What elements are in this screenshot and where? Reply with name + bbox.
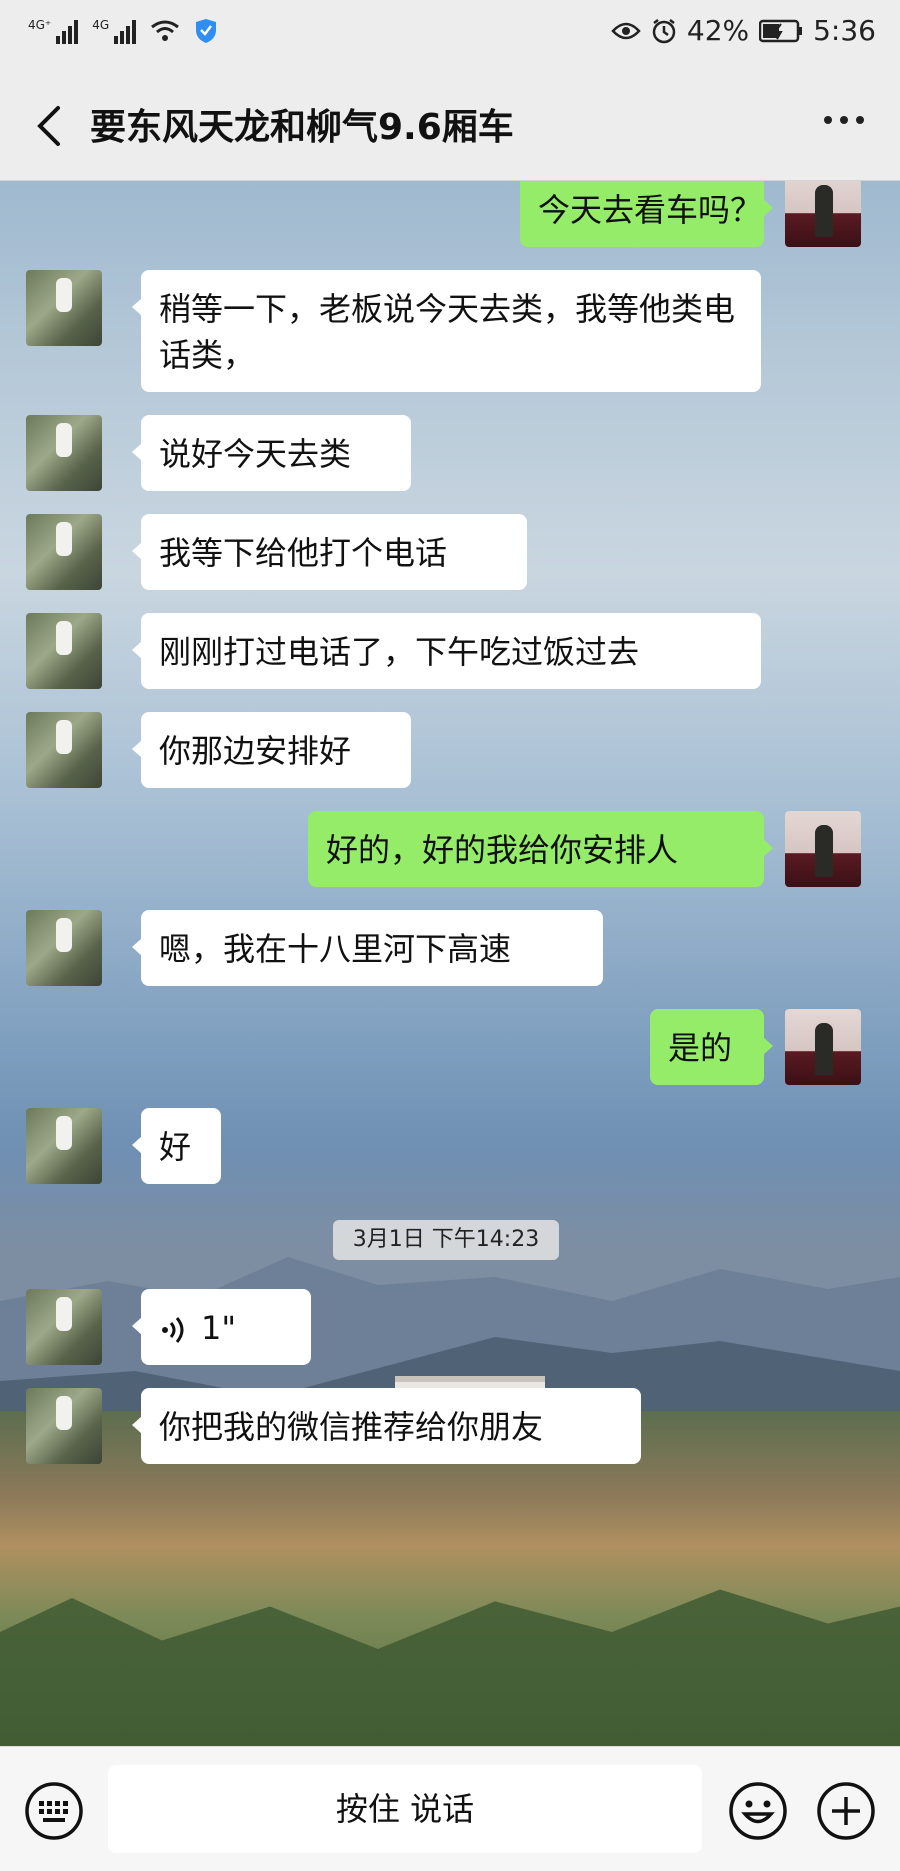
- message-bubble-self[interactable]: 好的，好的我给你安排人: [308, 811, 773, 887]
- eye-icon: [611, 22, 641, 39]
- message-bubble-self[interactable]: 是的: [650, 1009, 773, 1085]
- avatar-self[interactable]: [785, 1009, 861, 1085]
- message-bubble-contact[interactable]: 嗯，我在十八里河下高速: [132, 910, 603, 986]
- avatar-contact[interactable]: [26, 1388, 102, 1464]
- network-type-label: 4G⁺: [28, 18, 52, 32]
- voice-wave-icon: [162, 1317, 184, 1343]
- hold-to-talk-button[interactable]: 按住 说话: [108, 1765, 702, 1853]
- avatar-self[interactable]: [785, 181, 861, 247]
- avatar-contact[interactable]: [26, 415, 102, 491]
- avatar-contact[interactable]: [26, 613, 102, 689]
- message-bubble-contact[interactable]: 你把我的微信推荐给你朋友: [132, 1388, 641, 1464]
- emoji-icon[interactable]: [728, 1781, 788, 1841]
- avatar-contact[interactable]: [26, 514, 102, 590]
- chat-header: 要东风天龙和柳气9.6厢车: [0, 72, 900, 181]
- avatar-contact[interactable]: [26, 712, 102, 788]
- network-type-label-2: 4G: [92, 18, 110, 32]
- chevron-left-icon[interactable]: [30, 104, 70, 148]
- battery-icon: [759, 19, 803, 42]
- message-bubble-contact[interactable]: 稍等一下，老板说今天去类，我等他类电话类，: [132, 270, 761, 392]
- battery-percent: 42%: [686, 14, 750, 47]
- signal-icon: 4G⁺: [28, 18, 79, 44]
- message-bubble-contact[interactable]: 说好今天去类: [132, 415, 411, 491]
- message-bubble-self[interactable]: 今天去看车吗？: [520, 181, 773, 247]
- message-bubble-contact[interactable]: 好: [132, 1108, 221, 1184]
- avatar-contact[interactable]: [26, 1108, 102, 1184]
- wifi-icon: [151, 20, 180, 41]
- avatar-contact[interactable]: [26, 910, 102, 986]
- chat-area[interactable]: 今天去看车吗？ 稍等一下，老板说今天去类，我等他类电话类， 说好今天去类 我等下…: [0, 181, 900, 1746]
- avatar-contact[interactable]: [26, 270, 102, 346]
- plus-icon[interactable]: [816, 1781, 876, 1841]
- message-bubble-contact[interactable]: 你那边安排好: [132, 712, 411, 788]
- input-bar: 按住 说话: [0, 1746, 900, 1871]
- alarm-icon: [652, 18, 676, 43]
- chat-title: 要东风天龙和柳气9.6厢车: [90, 107, 514, 148]
- keyboard-icon[interactable]: [24, 1781, 84, 1841]
- avatar-self[interactable]: [785, 811, 861, 887]
- more-dots-icon[interactable]: [824, 116, 864, 124]
- message-bubble-contact[interactable]: 刚刚打过电话了，下午吃过饭过去: [132, 613, 761, 689]
- signal-icon-2: 4G: [92, 18, 137, 44]
- status-bar: 4G⁺ 4G 42% 5:36: [0, 0, 900, 72]
- voice-message-bubble[interactable]: 1": [132, 1289, 311, 1365]
- shield-icon: [196, 19, 217, 43]
- message-timestamp: 3月1日 下午14:23: [333, 1220, 559, 1260]
- voice-duration: 1": [201, 1309, 237, 1347]
- avatar-contact[interactable]: [26, 1289, 102, 1365]
- clock-time: 5:36: [813, 14, 876, 47]
- message-bubble-contact[interactable]: 我等下给他打个电话: [132, 514, 527, 590]
